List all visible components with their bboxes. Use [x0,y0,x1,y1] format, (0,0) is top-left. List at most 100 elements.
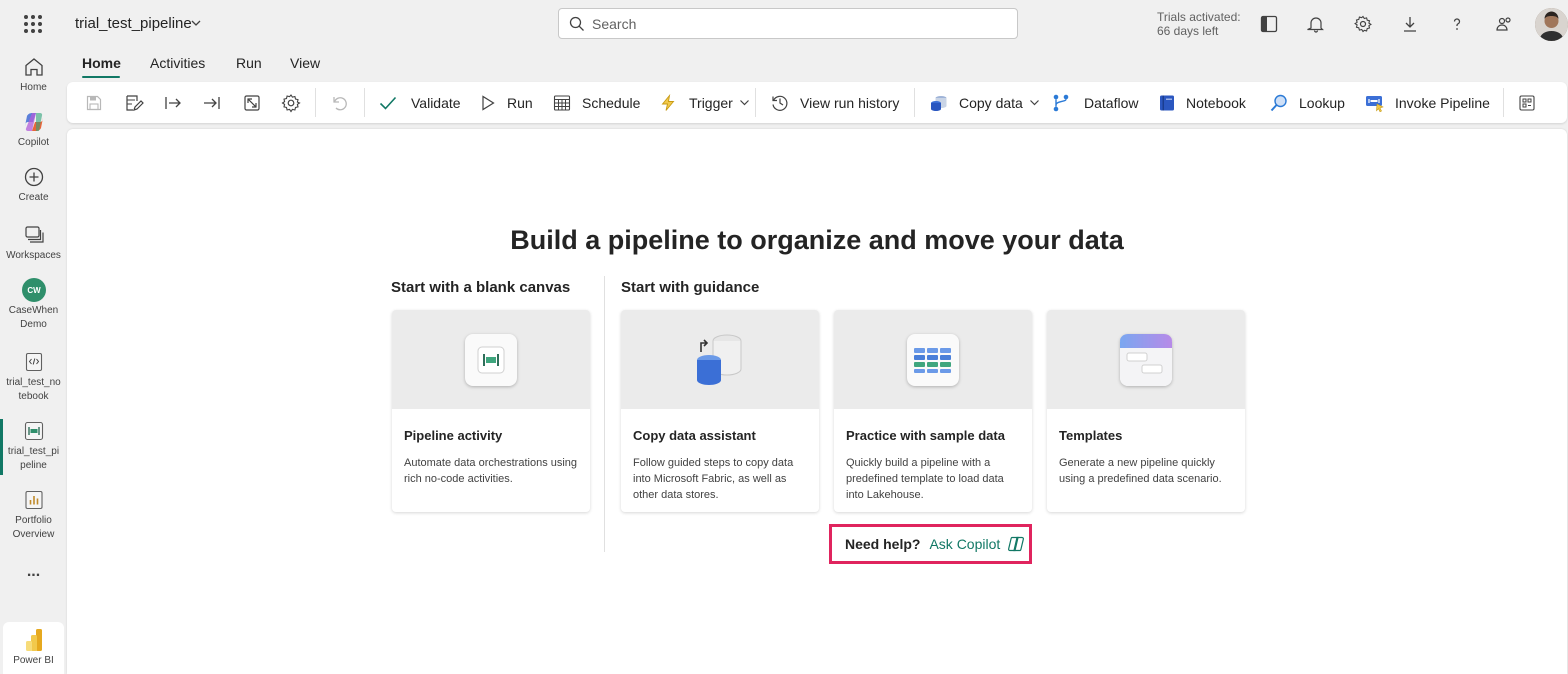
card-title: Templates [1059,428,1123,443]
nav-trial-test-notebook[interactable]: trial_test_no tebook [0,350,67,404]
tab-view[interactable]: View [290,55,320,71]
ribbon-tabs: Home Activities Run View [67,47,1568,80]
plus-circle-icon [0,165,67,189]
calendar-grid-icon [553,94,571,111]
settings-button[interactable] [281,82,301,123]
nav-create-label: Create [18,192,49,203]
ask-copilot-link[interactable]: Ask Copilot [929,536,1000,552]
item-title[interactable]: trial_test_pipeline [75,15,192,32]
trial-status-line2: 66 days left [1157,24,1219,38]
pipeline-icon [0,419,67,443]
run-button[interactable]: Run [479,82,533,123]
bell-icon[interactable] [1305,13,1327,35]
help-icon[interactable] [1446,13,1468,35]
gear-icon [281,93,301,112]
more-icon[interactable]: ... [0,564,67,580]
activities-grid-icon [1519,94,1535,111]
copy-data-label: Copy data [959,94,1023,111]
card-description: Follow guided steps to copy data into Mi… [633,457,794,501]
nav-portfolio-label-1: Portfolio [15,515,52,526]
nav-home[interactable]: Home [0,55,67,95]
copy-data-assistant-card[interactable]: Copy data assistant Follow guided steps … [621,310,819,512]
trial-status[interactable]: Trials activated: 66 days left [1157,10,1241,38]
undo-button[interactable] [330,82,348,123]
separator [364,88,365,117]
search-box[interactable] [558,8,1018,39]
card-description: Automate data orchestrations using rich … [404,457,578,485]
move-right-button[interactable] [163,82,183,123]
svg-text:CW: CW [27,286,41,295]
tab-activities[interactable]: Activities [150,55,205,71]
dataflow-label: Dataflow [1084,94,1139,111]
schedule-label: Schedule [582,94,641,111]
separator [315,88,316,117]
nav-workspaces[interactable]: Workspaces [0,223,67,263]
nav-copilot-label: Copilot [17,137,50,148]
dataflow-button[interactable]: Dataflow [1051,82,1138,123]
trigger-button[interactable]: Trigger [659,82,750,123]
app-launcher-icon[interactable] [24,15,42,33]
ribbon-toolbar: Validate Run Schedule Trigger View run h… [67,82,1567,123]
lookup-icon [1270,94,1287,111]
invoke-pipeline-label: Invoke Pipeline [1395,94,1490,111]
pipeline-activity-card[interactable]: Pipeline activity Automate data orchestr… [392,310,590,512]
edit-button[interactable] [124,82,144,123]
save-button[interactable] [85,82,103,123]
validate-label: Validate [411,94,461,111]
nav-copilot[interactable]: Copilot [0,110,67,150]
report-icon [0,488,67,512]
validate-button[interactable]: Validate [378,82,461,123]
fit-to-screen-button[interactable] [242,82,262,123]
chevron-down-icon[interactable] [190,17,202,29]
arrow-to-end-icon [204,96,220,109]
tab-run[interactable]: Run [236,55,262,71]
copilot-icon[interactable] [1007,535,1025,553]
invoke-pipeline-button[interactable]: Invoke Pipeline [1365,82,1490,123]
need-help-box: Need help? Ask Copilot [829,524,1032,564]
nav-create[interactable]: Create [0,165,67,205]
card-description: Generate a new pipeline quickly using a … [1059,457,1222,485]
share-people-icon[interactable] [1493,13,1515,35]
card-title: Copy data assistant [633,428,756,443]
trigger-label: Trigger [689,94,733,111]
copy-data-button[interactable]: Copy data [929,82,1040,123]
separator [914,88,915,117]
save-icon [86,95,102,110]
pipeline-canvas: Build a pipeline to organize and move yo… [67,129,1567,674]
gear-icon[interactable] [1352,13,1374,35]
nav-portfolio-overview[interactable]: Portfolio Overview [0,488,67,542]
edit-icon [126,94,144,111]
practice-sample-data-card[interactable]: Practice with sample data Quickly build … [834,310,1032,512]
tab-home[interactable]: Home [82,55,121,71]
notebook-button[interactable]: Notebook [1158,82,1246,123]
lightning-icon [661,93,675,111]
download-icon[interactable] [1399,13,1421,35]
view-run-history-button[interactable]: View run history [770,82,899,123]
notebook-icon [1160,95,1174,110]
section-divider [604,276,605,552]
copy-data-assistant-icon [697,334,742,385]
nav-trial-test-pipeline[interactable]: trial_test_pi peline [0,419,67,473]
pipeline-activity-icon [465,334,517,386]
nav-notebook-label-2: tebook [18,391,49,402]
chevron-down-icon [1029,100,1039,106]
search-input[interactable] [592,14,992,34]
nav-pipeline-label-2: peline [20,460,47,471]
history-icon [772,95,788,111]
chevron-down-icon [739,100,749,106]
page-title: Build a pipeline to organize and move yo… [510,225,1124,255]
move-end-button[interactable] [202,82,222,123]
schedule-button[interactable]: Schedule [553,82,640,123]
tab-selected-underline [82,76,120,78]
arrow-bar-right-icon [165,96,181,109]
copilot-icon [0,110,67,134]
lookup-button[interactable]: Lookup [1269,82,1345,123]
powerbi-switcher[interactable]: Power BI [3,622,64,674]
templates-card[interactable]: Templates Generate a new pipeline quickl… [1047,310,1245,512]
avatar[interactable] [1535,8,1568,41]
trial-status-line1: Trials activated: [1157,10,1241,24]
more-activities-button[interactable] [1518,82,1536,123]
panel-icon[interactable] [1258,13,1280,35]
nav-casewhen-demo[interactable]: CW CaseWhen Demo [0,278,67,332]
nav-casewhen-label-2: Demo [20,319,47,330]
